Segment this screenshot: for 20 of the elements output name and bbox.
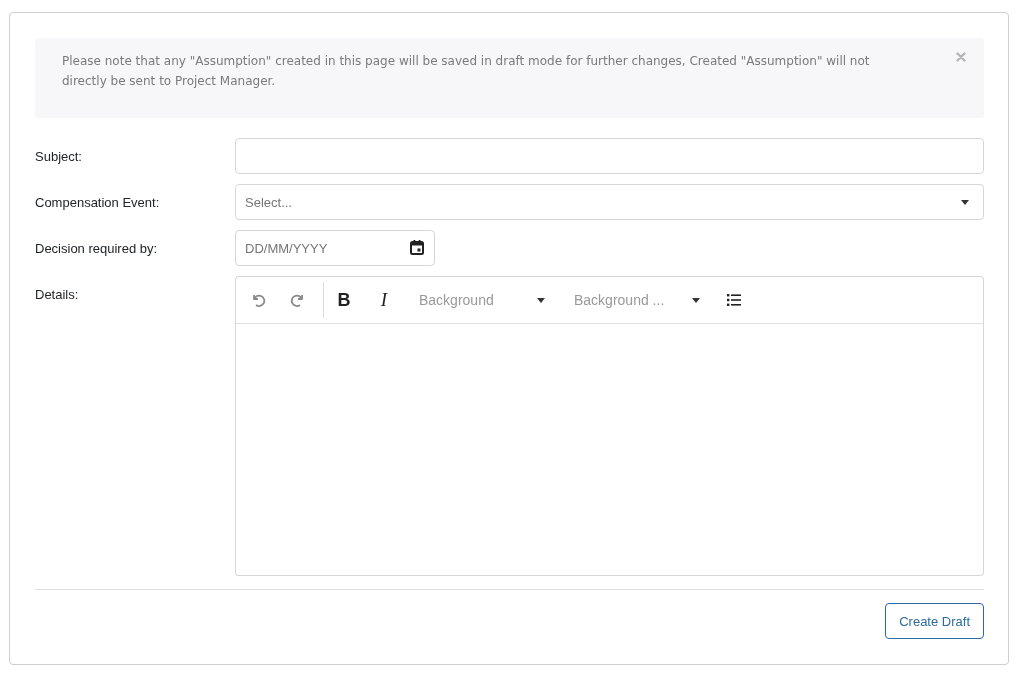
bullet-list-icon — [727, 294, 741, 306]
caret-icon — [961, 199, 969, 205]
redo-icon — [290, 292, 306, 308]
bold-button[interactable]: B — [324, 284, 364, 316]
field-label: Compensation Event: — [35, 194, 160, 210]
caret-icon — [537, 297, 545, 303]
field-label: Details: — [35, 287, 79, 302]
close-button[interactable] — [956, 52, 966, 62]
undo-icon — [250, 292, 266, 308]
alert-message: Please note that any "Assumption" created in this page will be saved in draft mode for further changes, Created "Assumption" will not directly be sent to Project Manager. — [62, 53, 871, 90]
caret-icon — [692, 297, 700, 303]
field-label: Subject: — [35, 148, 82, 164]
field-label: Decision required by: — [35, 240, 158, 256]
select-field[interactable]: Select... — [235, 184, 984, 220]
text-field[interactable] — [235, 138, 984, 174]
close-icon — [956, 52, 966, 62]
create-draft-button[interactable]: Create Draft — [885, 603, 984, 639]
date-field[interactable]: DD/MM/YYYY — [235, 230, 435, 266]
calendar-icon[interactable] — [410, 240, 424, 255]
italic-button[interactable]: I — [364, 284, 404, 316]
